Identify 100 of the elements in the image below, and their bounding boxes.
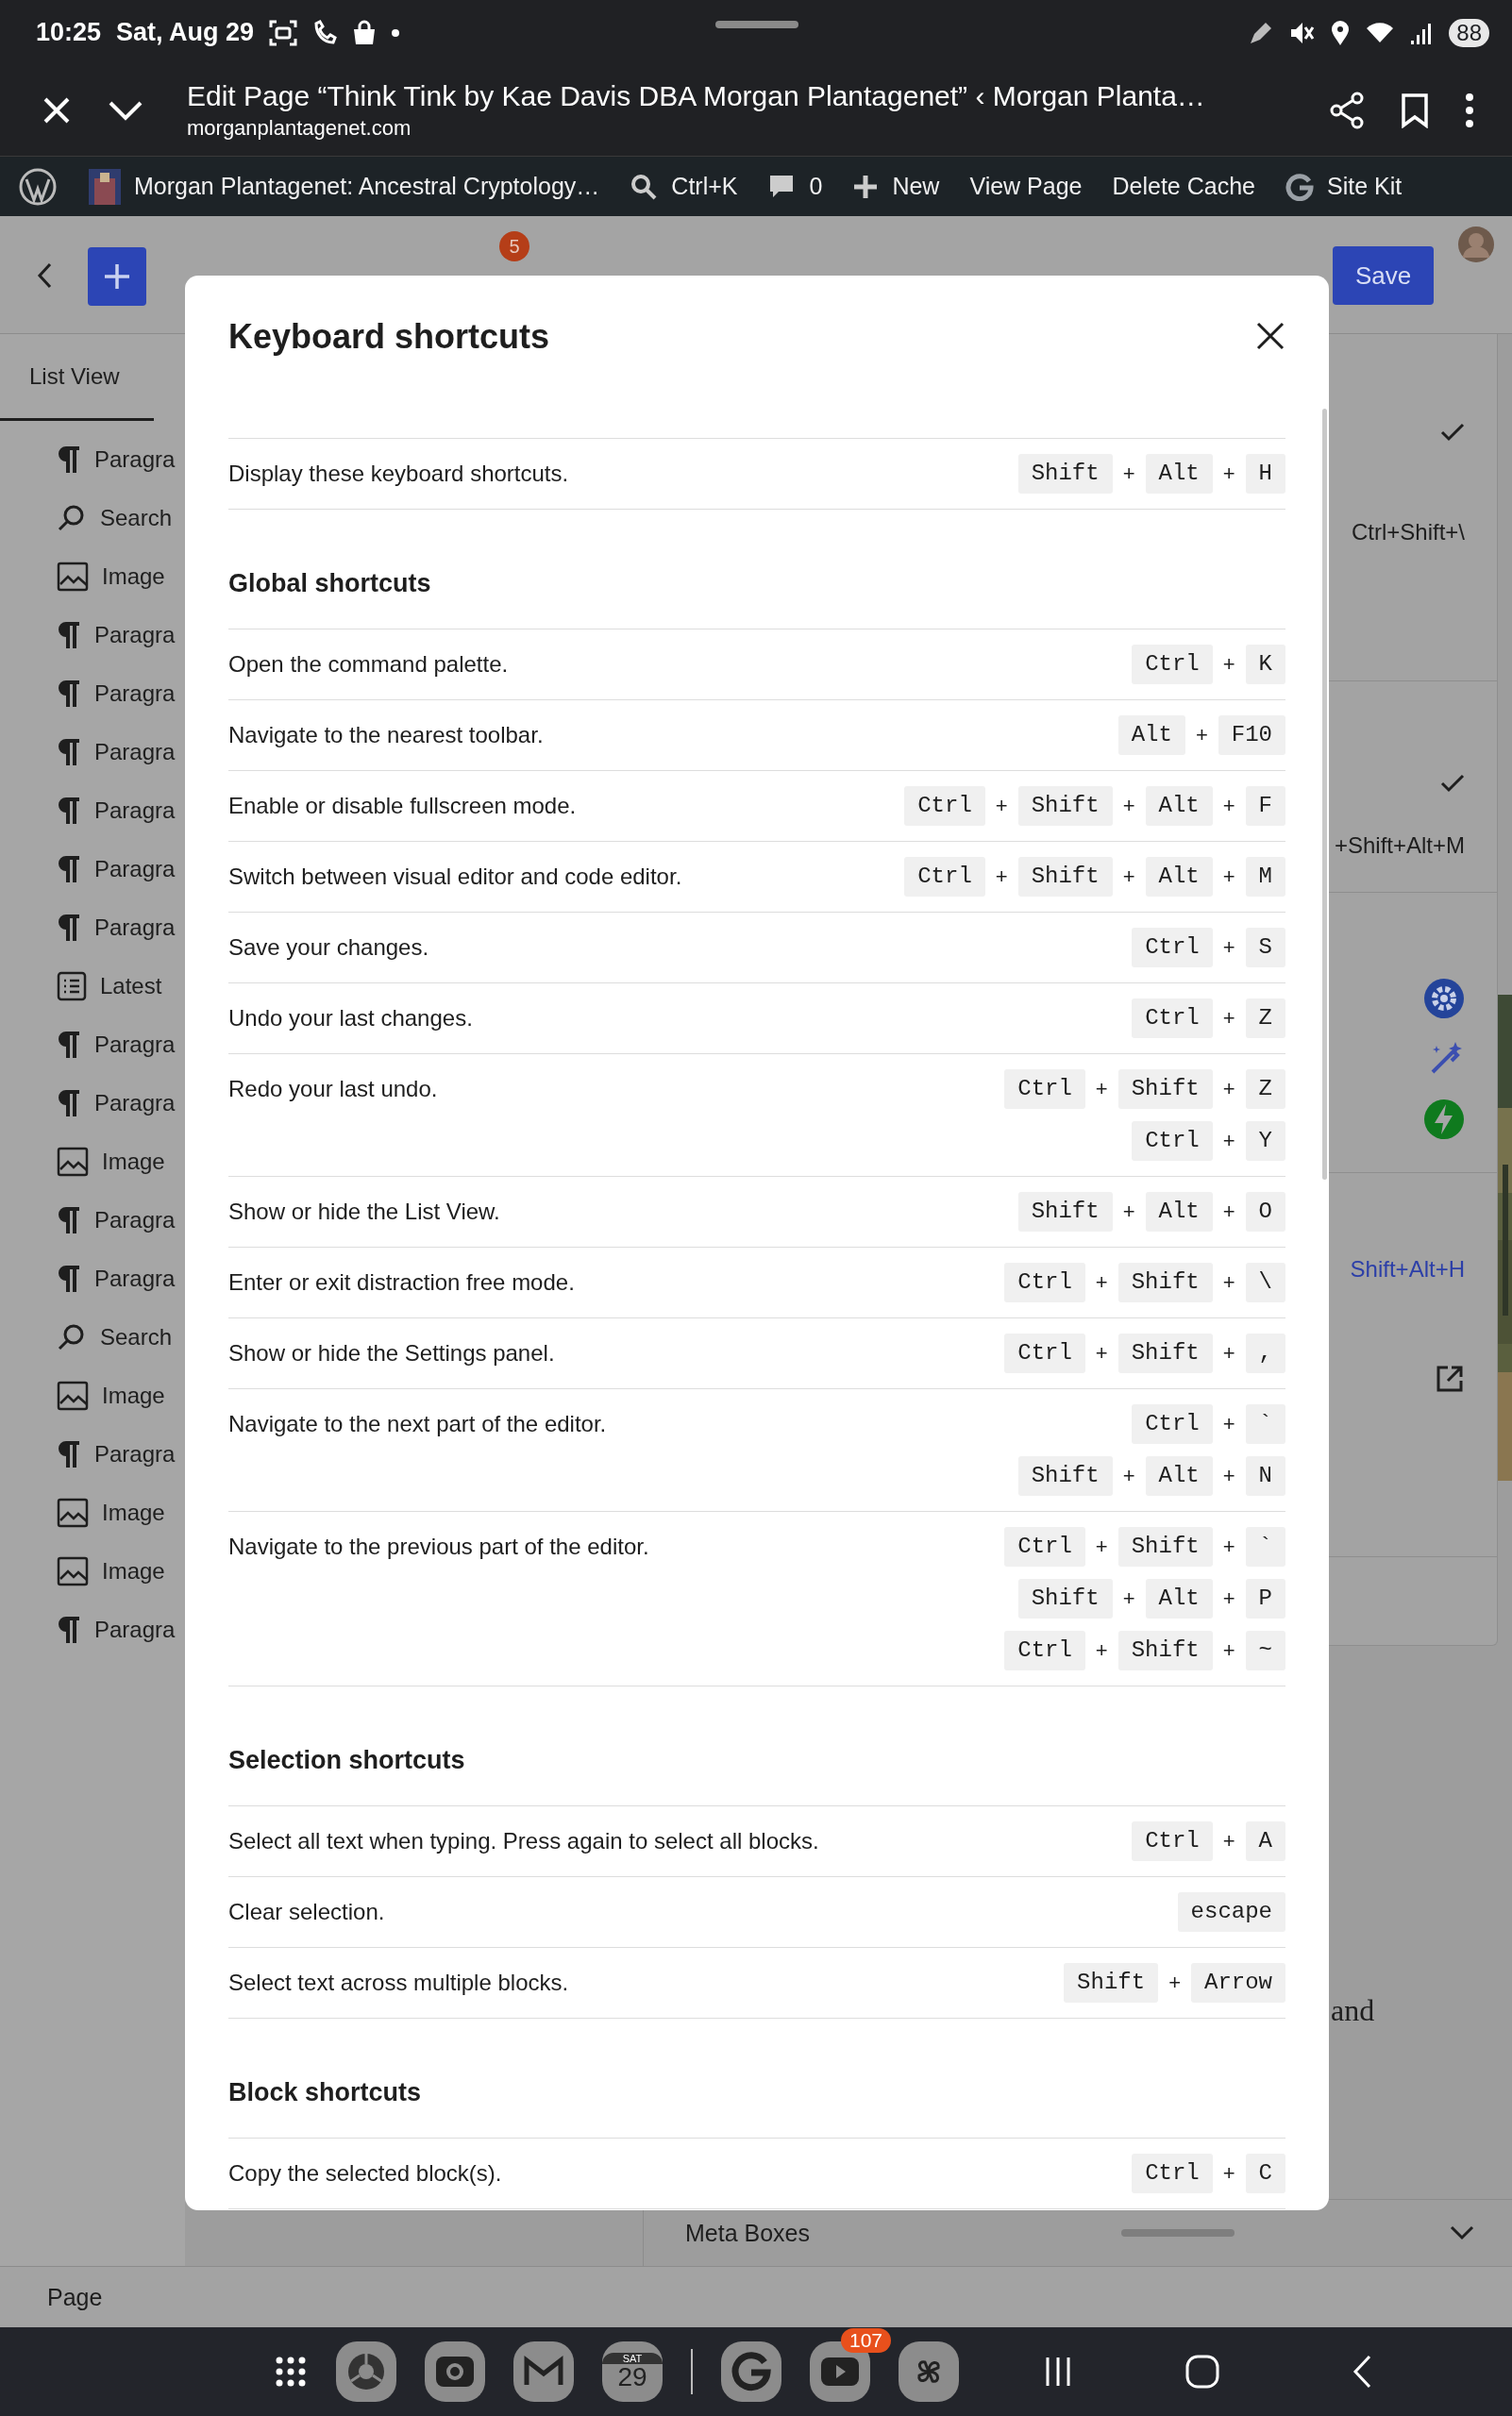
list-view-item[interactable]: Paragra (94, 739, 176, 765)
key: N (1245, 1456, 1285, 1496)
scrollbar[interactable] (1322, 409, 1327, 1180)
plus-sign: + (1222, 1129, 1235, 1153)
key: K (1245, 645, 1285, 684)
plus-sign: + (1222, 1077, 1235, 1101)
shortcut-description: Switch between visual editor and code editor. (228, 863, 682, 891)
plus-sign: + (1195, 723, 1208, 747)
paragraph-icon (57, 1030, 81, 1060)
chevron-down-icon[interactable] (108, 99, 143, 122)
shortcut-description: Navigate to the previous part of the editor. (228, 1533, 649, 1561)
drag-handle[interactable] (715, 21, 798, 28)
meta-boxes-label[interactable]: Meta Boxes (685, 2219, 810, 2247)
shortcut-description: Show or hide the Settings panel. (228, 1339, 555, 1367)
close-icon[interactable] (42, 95, 72, 126)
list-view-item[interactable]: Image (102, 1383, 165, 1409)
list-view-item[interactable]: Paragra (94, 622, 176, 648)
g-app-icon[interactable] (721, 2341, 781, 2402)
key: Z (1245, 1069, 1285, 1109)
key: H (1245, 454, 1285, 494)
toolbar-link[interactable]: New (892, 173, 940, 200)
key: Ctrl (1004, 1069, 1085, 1109)
plus-icon (103, 262, 131, 291)
avatar[interactable] (1457, 226, 1495, 263)
key: Ctrl (1004, 1263, 1085, 1302)
key: F10 (1218, 715, 1285, 755)
date: Sat, Aug 29 (116, 18, 255, 47)
plus-sign: + (1095, 1270, 1108, 1295)
list-view-item[interactable]: Image (102, 563, 165, 590)
list-view-item[interactable]: Paragra (94, 1090, 176, 1116)
bookmark-icon[interactable] (1401, 92, 1429, 128)
site-thumbnail-icon[interactable] (89, 168, 121, 205)
key: Shift (1017, 1579, 1113, 1619)
list-view-item[interactable]: Paragra (94, 680, 176, 707)
list-view-item[interactable]: Paragra (94, 1617, 176, 1643)
list-view-item[interactable]: Paragra (94, 1032, 176, 1058)
list-view-item[interactable]: Latest (100, 973, 162, 999)
list-view-item[interactable]: Paragra (94, 1266, 176, 1292)
list-view-tab[interactable]: List View (0, 334, 154, 421)
list-view-item[interactable]: Search (100, 505, 173, 531)
list-view-item[interactable]: Search (100, 1324, 173, 1351)
list-view-item[interactable]: Image (102, 1149, 165, 1175)
resize-handle[interactable] (1121, 2229, 1235, 2237)
site-name[interactable]: Morgan Plantagenet: Ancestral Cryptology… (134, 173, 600, 200)
shortcut-description: Display these keyboard shortcuts. (228, 460, 569, 488)
close-icon[interactable] (1255, 321, 1285, 351)
add-block-button[interactable] (88, 247, 146, 306)
list-view-item[interactable]: Paragra (94, 914, 176, 941)
key: Alt (1117, 715, 1185, 755)
shortcut-description: Show or hide the List View. (228, 1198, 500, 1226)
plus-sign: + (1122, 1200, 1135, 1224)
chevron-down-icon[interactable] (1450, 2225, 1474, 2240)
key: escape (1177, 1892, 1285, 1932)
key: ` (1245, 1404, 1285, 1444)
key: Ctrl (1004, 1334, 1085, 1373)
pinwheel-app-icon[interactable] (899, 2341, 959, 2402)
plus-sign: + (1222, 1464, 1235, 1488)
recents-icon[interactable] (1044, 2356, 1072, 2388)
plus-sign: + (1122, 1464, 1135, 1488)
key: , (1245, 1334, 1285, 1373)
list-view-item[interactable]: Paragra (94, 446, 176, 473)
list-view-item[interactable]: Paragra (94, 797, 176, 824)
home-icon[interactable] (1185, 2355, 1219, 2389)
mail-app-icon[interactable] (513, 2341, 574, 2402)
share-icon[interactable] (1329, 92, 1365, 129)
key: Alt (1145, 454, 1213, 494)
gear-icon (1423, 978, 1465, 1019)
shortcut-hint: +Shift+Alt+M (1334, 832, 1465, 859)
notification-badge: 107 (840, 2328, 891, 2353)
apps-grid-icon[interactable] (274, 2355, 308, 2389)
browser-app-icon[interactable] (336, 2341, 396, 2402)
breadcrumb[interactable]: Page (47, 2283, 103, 2311)
toolbar-link[interactable]: 0 (809, 173, 823, 200)
list-view-item[interactable]: Image (102, 1558, 165, 1585)
save-button[interactable]: Save (1333, 246, 1435, 305)
list-view-item[interactable]: Paragra (94, 1207, 176, 1233)
calendar-app-icon[interactable]: SAT 29 (602, 2341, 663, 2402)
toolbar-link[interactable]: Delete Cache (1112, 173, 1255, 200)
g-icon (1285, 172, 1314, 201)
key: Shift (1017, 454, 1113, 494)
toolbar-link[interactable]: Site Kit (1326, 173, 1403, 200)
paragraph-icon (57, 1615, 81, 1645)
plus-sign: + (1222, 1535, 1235, 1559)
plus-sign: + (1222, 1200, 1235, 1224)
back-icon[interactable] (1352, 2355, 1372, 2389)
content-text: and (1331, 1993, 1376, 2028)
list-view-item[interactable]: Image (102, 1500, 165, 1526)
camera-app-icon[interactable] (425, 2341, 485, 2402)
toolbar-link[interactable]: View Page (969, 173, 1083, 200)
key: Shift (1064, 1963, 1159, 2003)
key: Shift (1117, 1263, 1213, 1302)
list-view-item[interactable]: Paragra (94, 856, 176, 882)
shortcut-description: Save your changes. (228, 933, 429, 962)
back-icon[interactable] (36, 261, 53, 290)
wordpress-logo-icon[interactable] (19, 167, 57, 206)
more-icon[interactable] (1465, 92, 1474, 128)
key: Ctrl (1132, 998, 1213, 1038)
toolbar-link[interactable]: Ctrl+K (671, 173, 738, 200)
list-view-item[interactable]: Paragra (94, 1441, 176, 1468)
key: Arrow (1191, 1963, 1285, 2003)
